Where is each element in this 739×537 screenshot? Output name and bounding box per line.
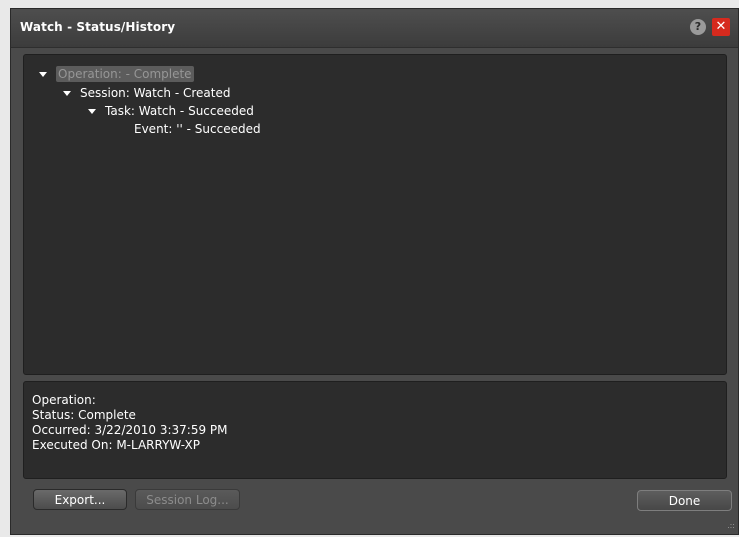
detail-operation: Operation: — [32, 393, 96, 407]
history-tree[interactable]: Operation: - Complete Session: Watch - C… — [23, 54, 727, 375]
tree-node-session-label: Session: Watch - Created — [80, 86, 231, 100]
resize-grip-icon[interactable]: .:: — [725, 521, 735, 531]
dialog-title: Watch - Status/History — [20, 20, 176, 34]
done-button[interactable]: Done — [637, 490, 732, 511]
tree-node-event[interactable]: Event: '' - Succeeded — [134, 120, 261, 138]
status-history-dialog: Watch - Status/History ? ✕ Operation: - … — [10, 8, 739, 535]
tree-node-session[interactable]: Session: Watch - Created — [63, 84, 230, 102]
export-button[interactable]: Export... — [33, 489, 127, 510]
help-button[interactable]: ? — [690, 19, 706, 35]
detail-status: Status: Complete — [32, 408, 136, 422]
close-button[interactable]: ✕ — [712, 18, 730, 36]
title-bar[interactable]: Watch - Status/History ? ✕ — [11, 9, 738, 48]
tree-node-operation[interactable]: Operation: - Complete — [39, 65, 194, 83]
expand-caret-icon[interactable] — [63, 91, 71, 96]
expand-caret-icon[interactable] — [88, 109, 96, 114]
tree-node-task-label: Task: Watch - Succeeded — [105, 104, 254, 118]
detail-occurred: Occurred: 3/22/2010 3:37:59 PM — [32, 423, 228, 437]
detail-executed-on: Executed On: M-LARRYW-XP — [32, 438, 200, 452]
tree-node-operation-label: Operation: - Complete — [56, 66, 194, 82]
tree-node-event-label: Event: '' - Succeeded — [134, 122, 261, 136]
tree-node-task[interactable]: Task: Watch - Succeeded — [88, 102, 254, 120]
expand-caret-icon[interactable] — [39, 72, 47, 77]
details-panel: Operation: Status: Complete Occurred: 3/… — [23, 381, 727, 479]
session-log-button[interactable]: Session Log... — [135, 489, 240, 510]
